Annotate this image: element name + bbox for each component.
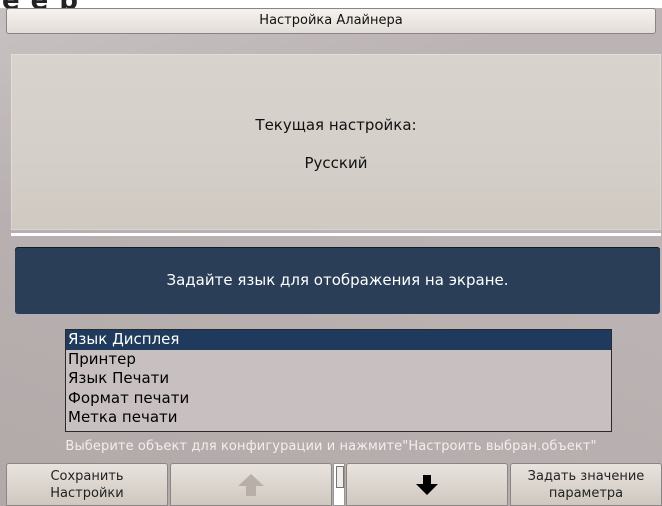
set-parameter-label-1: Задать значение xyxy=(527,469,645,484)
prompt-panel: Задайте язык для отображения на экране. xyxy=(15,247,660,314)
arrow-down-icon xyxy=(416,474,438,495)
save-settings-label-1: Сохранить xyxy=(50,469,124,484)
list-item[interactable]: Язык Дисплея xyxy=(66,330,611,350)
window-title: Настройка Алайнера xyxy=(6,8,656,34)
scroll-knob[interactable] xyxy=(336,466,344,488)
list-item[interactable]: Язык Печати xyxy=(66,369,611,389)
current-setting-label: Текущая настройка: xyxy=(255,116,417,134)
logo-strip: e e p xyxy=(0,0,662,14)
move-up-button[interactable] xyxy=(170,463,332,506)
set-parameter-label-2: параметра xyxy=(548,486,624,501)
save-settings-label-2: Настройки xyxy=(50,486,124,501)
divider xyxy=(11,233,661,236)
list-item[interactable]: Метка печати xyxy=(66,408,611,428)
current-setting-panel: Текущая настройка: Русский xyxy=(11,54,661,230)
move-down-button[interactable] xyxy=(346,463,508,506)
scroll-handle[interactable] xyxy=(333,463,345,506)
arrow-up-icon xyxy=(238,473,264,496)
set-parameter-button[interactable]: Задать значение параметра xyxy=(510,463,662,506)
list-item[interactable]: Принтер xyxy=(66,350,611,370)
config-list[interactable]: Язык Дисплея Принтер Язык Печати Формат … xyxy=(65,329,612,432)
current-setting-value: Русский xyxy=(304,154,368,172)
instruction-hint: Выберите объект для конфигурации и нажми… xyxy=(65,439,597,454)
list-item[interactable]: Формат печати xyxy=(66,389,611,409)
save-settings-button[interactable]: Сохранить Настройки xyxy=(6,463,168,506)
prompt-text: Задайте язык для отображения на экране. xyxy=(166,271,509,289)
